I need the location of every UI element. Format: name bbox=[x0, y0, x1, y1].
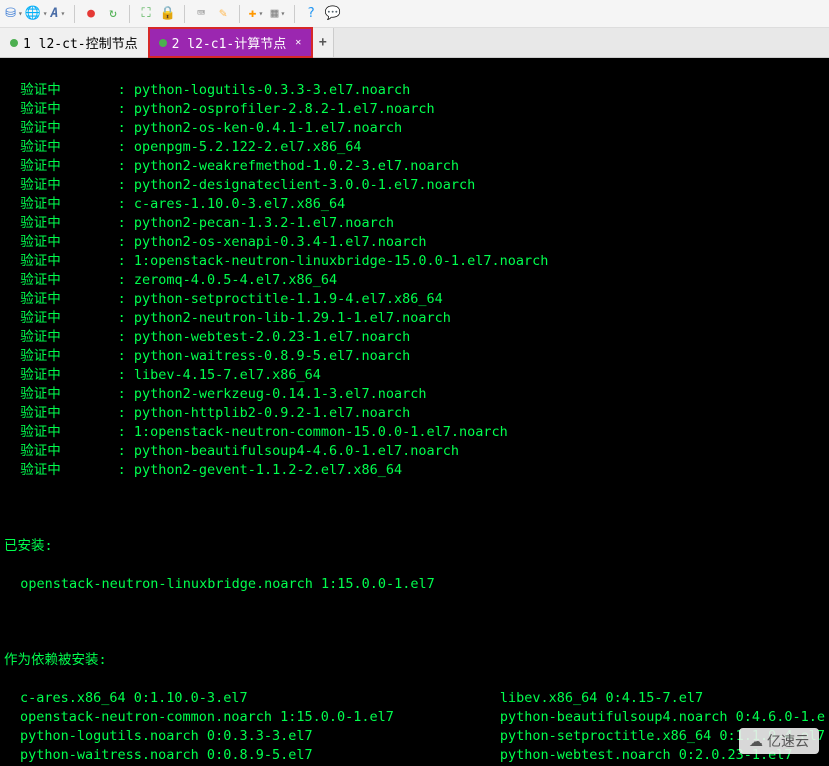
installed-package: openstack-neutron-linuxbridge.noarch 1:1… bbox=[4, 575, 825, 594]
refresh-icon[interactable]: ↻ bbox=[105, 6, 121, 22]
watermark: ☁ 亿速云 bbox=[739, 728, 819, 754]
toolbar-separator bbox=[74, 5, 75, 23]
tab-label: 2 l2-c1-计算节点 bbox=[172, 33, 287, 52]
verify-row: 验证中 : python2-designateclient-3.0.0-1.el… bbox=[4, 176, 825, 195]
verify-row: 验证中 : python2-neutron-lib-1.29.1-1.el7.n… bbox=[4, 309, 825, 328]
toolbar-separator bbox=[129, 5, 130, 23]
toolbar-separator bbox=[294, 5, 295, 23]
verify-row: 验证中 : python2-os-xenapi-0.3.4-1.el7.noar… bbox=[4, 233, 825, 252]
layout-icon[interactable]: ▦ bbox=[270, 6, 286, 22]
fullscreen-icon[interactable]: ⛶ bbox=[138, 6, 154, 22]
tab-compute-node[interactable]: 2 l2-c1-计算节点 ✕ bbox=[149, 28, 313, 57]
dep-package: libev.x86_64 0:4.15-7.el7 bbox=[500, 689, 825, 708]
font-icon[interactable]: A bbox=[50, 6, 66, 22]
lock-icon[interactable]: 🔒 bbox=[160, 6, 176, 22]
dep-package: c-ares.x86_64 0:1.10.0-3.el7 bbox=[20, 689, 500, 708]
record-icon[interactable]: ● bbox=[83, 6, 99, 22]
verify-row: 验证中 : python2-pecan-1.3.2-1.el7.noarch bbox=[4, 214, 825, 233]
new-icon[interactable]: ✚ bbox=[248, 6, 264, 22]
cloud-icon: ☁ bbox=[749, 733, 763, 750]
keyboard-icon[interactable]: ⌨ bbox=[193, 6, 209, 22]
verify-row: 验证中 : python2-osprofiler-2.8.2-1.el7.noa… bbox=[4, 100, 825, 119]
help-icon[interactable]: ? bbox=[303, 6, 319, 22]
dep-package: python-waitress.noarch 0:0.8.9-5.el7 bbox=[20, 746, 500, 765]
verify-row: 验证中 : python2-gevent-1.1.2-2.el7.x86_64 bbox=[4, 461, 825, 480]
verify-row: 验证中 : openpgm-5.2.122-2.el7.x86_64 bbox=[4, 138, 825, 157]
close-icon[interactable]: ✕ bbox=[295, 37, 301, 48]
globe-icon[interactable]: 🌐 bbox=[28, 6, 44, 22]
verify-row: 验证中 : python2-os-ken-0.4.1-1.el7.noarch bbox=[4, 119, 825, 138]
deps-header: 作为依赖被安装: bbox=[4, 651, 825, 670]
dep-package: python-logutils.noarch 0:0.3.3-3.el7 bbox=[20, 727, 500, 746]
toolbar-separator bbox=[184, 5, 185, 23]
verify-row: 验证中 : c-ares-1.10.0-3.el7.x86_64 bbox=[4, 195, 825, 214]
highlighter-icon[interactable]: ✎ bbox=[215, 6, 231, 22]
verify-row: 验证中 : libev-4.15-7.el7.x86_64 bbox=[4, 366, 825, 385]
verify-row: 验证中 : 1:openstack-neutron-common-15.0.0-… bbox=[4, 423, 825, 442]
terminal-output[interactable]: 验证中 : python-logutils-0.3.3-3.el7.noarch… bbox=[0, 58, 829, 766]
verify-row: 验证中 : zeromq-4.0.5-4.el7.x86_64 bbox=[4, 271, 825, 290]
dep-package: python-beautifulsoup4.noarch 0:4.6.0-1.e bbox=[500, 708, 825, 727]
verify-row: 验证中 : python-logutils-0.3.3-3.el7.noarch bbox=[4, 81, 825, 100]
verify-row: 验证中 : python-webtest-2.0.23-1.el7.noarch bbox=[4, 328, 825, 347]
database-icon[interactable]: ⛁ bbox=[6, 6, 22, 22]
verify-row: 验证中 : python-waitress-0.8.9-5.el7.noarch bbox=[4, 347, 825, 366]
chat-icon[interactable]: 💬 bbox=[325, 6, 341, 22]
installed-header: 已安装: bbox=[4, 537, 825, 556]
status-dot-icon bbox=[10, 39, 18, 47]
toolbar: ⛁ 🌐 A ● ↻ ⛶ 🔒 ⌨ ✎ ✚ ▦ ? 💬 bbox=[0, 0, 829, 28]
tab-label: 1 l2-ct-控制节点 bbox=[23, 33, 138, 52]
verify-row: 验证中 : python-httplib2-0.9.2-1.el7.noarch bbox=[4, 404, 825, 423]
toolbar-separator bbox=[239, 5, 240, 23]
verify-row: 验证中 : 1:openstack-neutron-linuxbridge-15… bbox=[4, 252, 825, 271]
verify-row: 验证中 : python2-weakrefmethod-1.0.2-3.el7.… bbox=[4, 157, 825, 176]
tab-add[interactable]: + bbox=[312, 28, 334, 57]
verify-row: 验证中 : python2-werkzeug-0.14.1-3.el7.noar… bbox=[4, 385, 825, 404]
tab-control-node[interactable]: 1 l2-ct-控制节点 bbox=[0, 28, 149, 57]
deps-columns: c-ares.x86_64 0:1.10.0-3.el7openstack-ne… bbox=[4, 689, 825, 766]
verify-row: 验证中 : python-beautifulsoup4-4.6.0-1.el7.… bbox=[4, 442, 825, 461]
tabbar: 1 l2-ct-控制节点 2 l2-c1-计算节点 ✕ + bbox=[0, 28, 829, 58]
verify-row: 验证中 : python-setproctitle-1.1.9-4.el7.x8… bbox=[4, 290, 825, 309]
dep-package: openstack-neutron-common.noarch 1:15.0.0… bbox=[20, 708, 500, 727]
status-dot-icon bbox=[159, 39, 167, 47]
